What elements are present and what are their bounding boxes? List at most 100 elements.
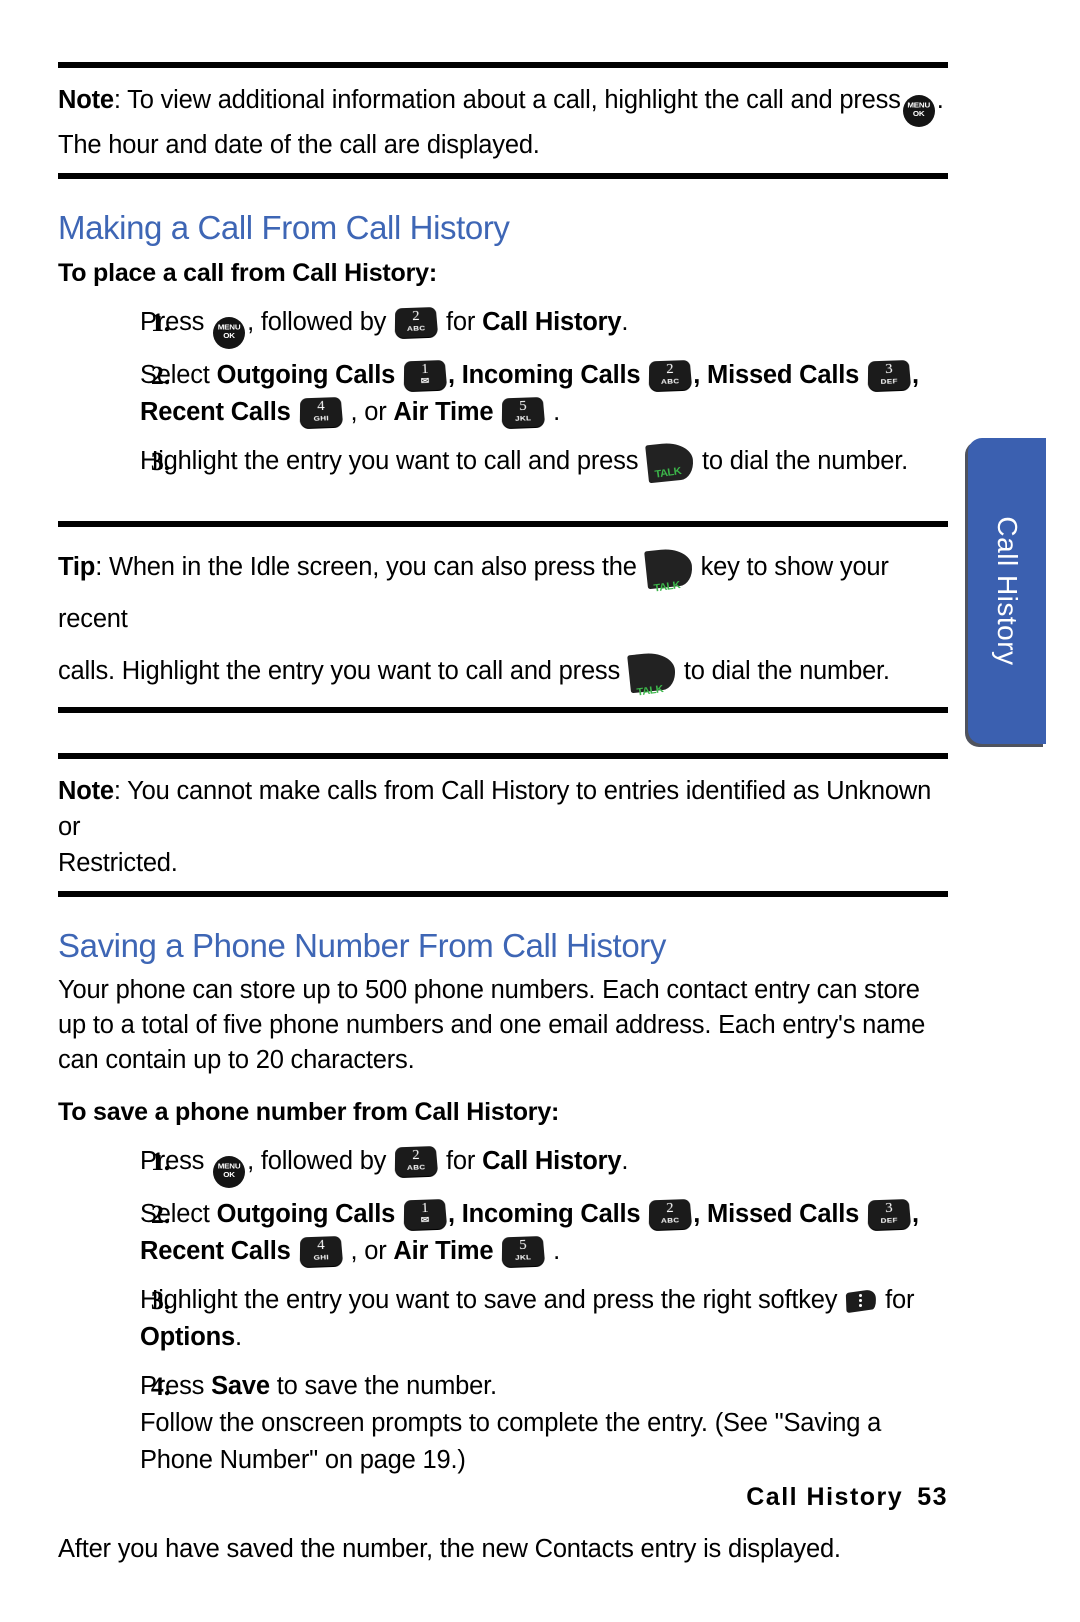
- note-bottom-paragraph: Note: You cannot make calls from Call Hi…: [58, 773, 948, 881]
- step-item: 2. Select Outgoing Calls 1 ✉, Incoming Ca…: [58, 1196, 948, 1270]
- keypad-key-digit: 2: [412, 1147, 420, 1164]
- menu-ok-key[interactable]: MENU OK: [213, 1156, 246, 1188]
- step-number: 3.: [150, 1286, 170, 1315]
- keypad-key-digit: 4: [316, 1237, 325, 1254]
- step-text: .: [621, 1147, 629, 1175]
- talk-key-label: TALK: [654, 465, 682, 481]
- keypad-key-digit: 2: [666, 361, 674, 378]
- tip-text-1: : When in the Idle screen, you can also …: [95, 553, 637, 581]
- menu-ok-key-line1: MENU: [217, 1162, 241, 1171]
- keypad-key-digit: 1: [420, 1200, 429, 1217]
- tip-paragraph: Tip: When in the Idle screen, you can al…: [58, 541, 948, 698]
- right-softkey[interactable]: [846, 1288, 877, 1314]
- keypad-key-5[interactable]: 5 JKL: [502, 1235, 546, 1268]
- note-bottom-label: Note: [58, 777, 114, 805]
- keypad-key-2[interactable]: 2 ABC: [649, 359, 693, 392]
- step-text: .: [553, 398, 561, 426]
- keypad-key-3[interactable]: 3 DEF: [867, 1198, 912, 1231]
- keypad-key-letters: ABC: [661, 1216, 680, 1225]
- keypad-key-3[interactable]: 3 DEF: [867, 359, 912, 392]
- note-top-label: Note: [58, 86, 114, 114]
- step-text-bold: Recent Calls: [140, 398, 291, 426]
- envelope-icon: ✉: [420, 376, 430, 387]
- step-item: 4. Press Save to save the number. Follow…: [58, 1368, 948, 1479]
- step-text: .: [234, 1323, 242, 1351]
- tip-block: Tip: When in the Idle screen, you can al…: [58, 527, 948, 707]
- step-text: for: [446, 308, 476, 336]
- step-text: , or: [350, 398, 387, 426]
- step-sub-line: Options.: [140, 1319, 948, 1356]
- note-top-paragraph: Note: To view additional information abo…: [58, 82, 948, 163]
- steps-making-a-call: 1. Press MENU OK, followed by 2 ABC for Ca…: [58, 304, 948, 484]
- step-item: 2. Select Outgoing Calls 1 ✉, Incoming Ca…: [58, 357, 948, 431]
- step-body: Select Outgoing Calls 1 ✉, Incoming Calls…: [140, 357, 948, 431]
- manual-page: Note: To view additional information abo…: [0, 0, 1080, 1622]
- side-tab-call-history[interactable]: Call History: [968, 438, 1046, 744]
- keypad-key-2[interactable]: 2 ABC: [649, 1198, 693, 1231]
- keypad-key-letters: ABC: [407, 1163, 426, 1172]
- tip-label: Tip: [58, 553, 96, 581]
- talk-key-label: TALK: [635, 683, 664, 699]
- step-text-bold: ,: [912, 361, 919, 389]
- menu-ok-key-line1: MENU: [907, 101, 931, 110]
- keypad-key-digit: 1: [420, 361, 429, 378]
- keypad-key-2[interactable]: 2 ABC: [394, 306, 439, 339]
- keypad-key-2[interactable]: 2 ABC: [394, 1145, 439, 1178]
- tip-text-4: to dial the number.: [683, 657, 890, 685]
- note-bottom-text-2: Restricted.: [58, 849, 178, 877]
- keypad-key-1[interactable]: 1 ✉: [403, 359, 448, 392]
- step-text-bold: ,: [448, 1200, 455, 1228]
- menu-ok-key-line1: MENU: [217, 323, 241, 332]
- note-top-text-2: .: [936, 86, 944, 114]
- step-text-bold: Air Time: [393, 1237, 494, 1265]
- talk-key[interactable]: TALK: [643, 546, 694, 594]
- menu-ok-key[interactable]: MENU OK: [902, 95, 935, 127]
- step-text-bold: Missed Calls: [707, 361, 860, 389]
- step-text-bold: Outgoing Calls: [216, 361, 396, 389]
- step-number: 2.: [150, 361, 170, 390]
- step-item: 3. Highlight the entry you want to call …: [58, 440, 948, 484]
- step-text-bold: ,: [448, 361, 455, 389]
- step-text: Highlight the entry you want to save and…: [140, 1286, 838, 1314]
- tip-text-3: calls. Highlight the entry you want to c…: [58, 657, 621, 685]
- step-number: 4.: [150, 1372, 170, 1401]
- keypad-key-4[interactable]: 4 GHI: [299, 1235, 343, 1268]
- step-number: 1.: [150, 308, 170, 337]
- footer-section-title: Call History: [746, 1483, 904, 1511]
- keypad-key-digit: 3: [885, 361, 893, 378]
- step-text: , or: [350, 1237, 387, 1265]
- keypad-key-letters: DEF: [880, 377, 899, 386]
- step-text-bold: ,: [693, 1200, 701, 1228]
- page-content: Note: To view additional information abo…: [58, 62, 948, 1567]
- side-tab-label: Call History: [992, 516, 1023, 666]
- page-footer: Call History 53: [58, 1483, 948, 1512]
- keypad-key-1[interactable]: 1 ✉: [403, 1198, 448, 1231]
- step-text: to dial the number.: [702, 447, 909, 475]
- keypad-key-letters: DEF: [880, 1216, 899, 1225]
- note-top-text-3: The hour and date of the call are displa…: [58, 131, 540, 159]
- footer-page-number: 53: [917, 1483, 948, 1511]
- talk-key[interactable]: TALK: [645, 440, 696, 484]
- step-body: Press MENU OK, followed by 2 ABC for Call …: [140, 1143, 948, 1188]
- step-text-bold: Save: [211, 1372, 270, 1400]
- keypad-key-digit: 2: [666, 1200, 674, 1217]
- keypad-key-digit: 3: [885, 1200, 893, 1217]
- step-item: 3. Highlight the entry you want to save …: [58, 1282, 948, 1356]
- talk-key[interactable]: TALK: [627, 650, 677, 698]
- step-text-bold: Call History: [482, 1147, 622, 1175]
- envelope-icon: ✉: [420, 1215, 430, 1226]
- menu-ok-key-line2: OK: [223, 331, 235, 340]
- keypad-key-4[interactable]: 4 GHI: [299, 396, 343, 429]
- talk-key-label: TALK: [652, 579, 681, 595]
- step-text-bold: ,: [693, 361, 701, 389]
- step-text-bold: Outgoing Calls: [216, 1200, 396, 1228]
- step-body: Select Outgoing Calls 1 ✉, Incoming Calls…: [140, 1196, 948, 1270]
- menu-ok-key-line2: OK: [912, 109, 925, 118]
- keypad-key-digit: 2: [412, 308, 420, 325]
- keypad-key-5[interactable]: 5 JKL: [502, 396, 546, 429]
- section-heading-making-a-call: Making a Call From Call History: [58, 209, 510, 246]
- menu-ok-key[interactable]: MENU OK: [213, 317, 246, 349]
- step-text: to save the number.: [276, 1372, 497, 1400]
- step-item: 1. Press MENU OK, followed by 2 ABC for Ca…: [58, 304, 948, 349]
- step-text-bold: Air Time: [393, 398, 494, 426]
